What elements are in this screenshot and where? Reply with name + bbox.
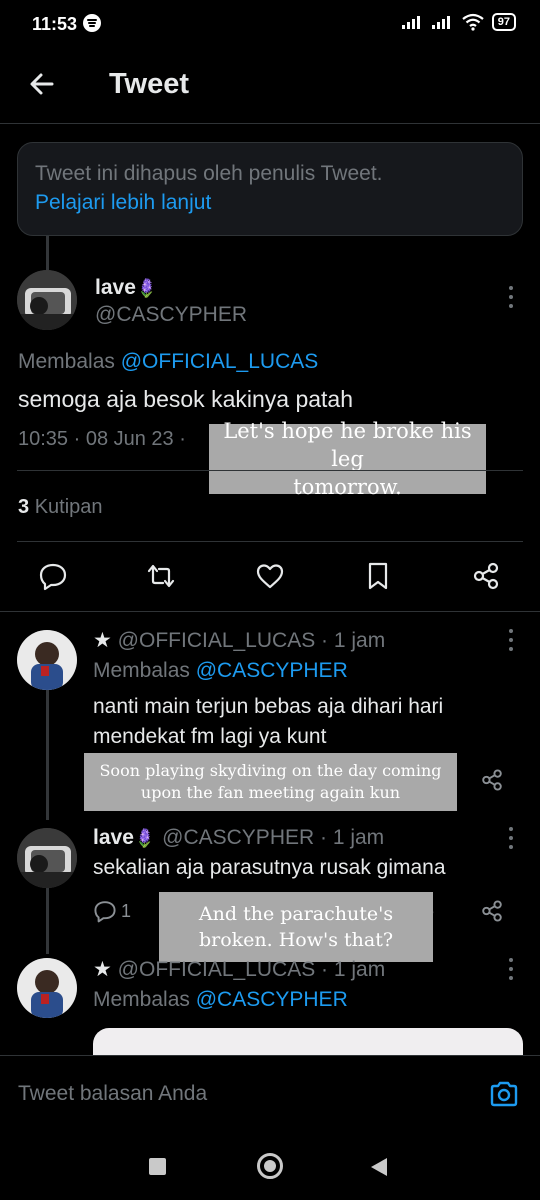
reply-count-value: 1 xyxy=(121,900,132,921)
reply-text-line: nanti main terjun bebas aja dihari hari xyxy=(93,695,444,718)
reply-text: sekalian aja parasutnya rusak gimana xyxy=(93,856,446,879)
reply-icon[interactable] xyxy=(38,561,68,591)
compose-bar: Tweet balasan Anda xyxy=(0,1055,540,1137)
verified-star: ★ xyxy=(93,958,112,981)
back-arrow-icon[interactable] xyxy=(26,68,58,100)
thread-line xyxy=(46,888,49,954)
quote-count-label: Kutipan xyxy=(34,496,103,518)
reply-handle[interactable]: @OFFICIAL_LUCAS xyxy=(118,958,316,981)
page-title: Tweet xyxy=(109,68,190,100)
system-nav-bar xyxy=(0,1137,540,1200)
reply-handle[interactable]: @CASCYPHER xyxy=(162,826,314,849)
share-icon[interactable] xyxy=(471,561,501,591)
battery-icon: 97 xyxy=(491,13,516,31)
thread-line xyxy=(46,236,49,270)
reply-author: lave🪻 @CASCYPHER · 1 jam xyxy=(93,826,384,850)
reply-author: ★ @OFFICIAL_LUCAS · 1 jam xyxy=(93,628,385,653)
tweet-text: semoga aja besok kakinya patah xyxy=(18,386,353,412)
main-tweet-author: lave🪻 xyxy=(95,276,158,300)
header: Tweet xyxy=(0,50,540,124)
more-icon[interactable] xyxy=(507,629,515,651)
reply-time: · 1 jam xyxy=(321,629,386,652)
reply-author: ★ @OFFICIAL_LUCAS · 1 jam xyxy=(93,957,385,982)
translation-overlay: Let's hope he broke his leg tomorrow. xyxy=(209,419,486,499)
reply-text-line: mendekat fm lagi ya kunt xyxy=(93,725,327,748)
reply-icon xyxy=(94,901,116,923)
like-icon[interactable] xyxy=(255,561,285,591)
recents-icon[interactable] xyxy=(149,1158,166,1175)
share-icon[interactable] xyxy=(480,768,504,792)
signal-icon xyxy=(431,16,450,29)
translation-line: Soon playing skydiving on the day coming xyxy=(99,761,442,780)
avatar[interactable] xyxy=(17,828,77,888)
reply-input[interactable]: Tweet balasan Anda xyxy=(18,1082,207,1106)
reply-time: · 1 jam xyxy=(321,958,386,981)
signal-icon xyxy=(401,16,420,29)
camera-icon[interactable] xyxy=(488,1078,520,1110)
thread-line xyxy=(46,690,49,820)
reply-name: lave xyxy=(93,826,134,849)
status-icons: 97 xyxy=(401,13,516,31)
avatar[interactable] xyxy=(17,958,77,1018)
replying-to: Membalas @CASCYPHER xyxy=(93,659,348,683)
avatar[interactable] xyxy=(17,270,77,330)
replying-to-mention[interactable]: @OFFICIAL_LUCAS xyxy=(121,350,319,373)
quote-count[interactable]: 3 Kutipan xyxy=(18,496,103,519)
wifi-icon xyxy=(462,13,484,31)
reply-count[interactable]: 1 xyxy=(93,899,131,923)
more-icon[interactable] xyxy=(507,827,515,849)
divider xyxy=(17,470,523,471)
translation-line: And the parachute's xyxy=(198,903,394,925)
deleted-tweet-notice: Tweet ini dihapus oleh penulis Tweet. Pe… xyxy=(17,142,523,236)
replying-to-label: Membalas xyxy=(93,988,190,1011)
translation-line: tomorrow. xyxy=(293,475,402,499)
translation-overlay: Soon playing skydiving on the day coming… xyxy=(84,753,457,811)
more-icon[interactable] xyxy=(507,286,515,308)
bookmark-icon[interactable] xyxy=(363,561,393,591)
translation-overlay: And the parachute's broken. How's that? xyxy=(159,892,433,962)
verified-star: ★ xyxy=(93,629,112,652)
translation-line: Let's hope he broke his leg xyxy=(223,419,472,471)
spotify-icon xyxy=(83,14,101,32)
reply-handle[interactable]: @OFFICIAL_LUCAS xyxy=(118,629,316,652)
replying-to: Membalas @OFFICIAL_LUCAS xyxy=(18,350,318,374)
status-bar: 11:53 97 xyxy=(0,0,540,50)
home-icon[interactable] xyxy=(257,1153,283,1179)
hyacinth-emoji: 🪻 xyxy=(135,278,159,298)
replying-to: Membalas @CASCYPHER xyxy=(93,988,348,1012)
tweet-timestamp: 10:35 · 08 Jun 23 · xyxy=(18,428,186,450)
more-icon[interactable] xyxy=(507,958,515,980)
quote-count-value: 3 xyxy=(18,496,30,518)
replying-to-label: Membalas xyxy=(93,659,190,682)
status-time: 11:53 xyxy=(32,14,78,34)
back-icon[interactable] xyxy=(370,1157,388,1177)
share-icon[interactable] xyxy=(480,899,504,923)
retweet-icon[interactable] xyxy=(146,561,176,591)
hyacinth-emoji: 🪻 xyxy=(133,828,157,848)
reply-text: nanti main terjun bebas aja dihari hari … xyxy=(93,692,443,752)
reply-time: · 1 jam xyxy=(320,826,385,849)
author-handle[interactable]: @CASCYPHER xyxy=(95,303,247,327)
replying-to-label: Membalas xyxy=(18,350,115,373)
translation-line: broken. How's that? xyxy=(198,929,394,951)
deleted-notice-text: Tweet ini dihapus oleh penulis Tweet. xyxy=(35,162,383,185)
replying-to-mention[interactable]: @CASCYPHER xyxy=(196,988,348,1011)
avatar[interactable] xyxy=(17,630,77,690)
divider xyxy=(0,611,540,612)
divider xyxy=(17,541,523,542)
replying-to-mention[interactable]: @CASCYPHER xyxy=(196,659,348,682)
translation-line: upon the fan meeting again kun xyxy=(140,783,401,802)
learn-more-link[interactable]: Pelajari lebih lanjut xyxy=(35,191,522,215)
author-name: lave xyxy=(95,276,136,299)
